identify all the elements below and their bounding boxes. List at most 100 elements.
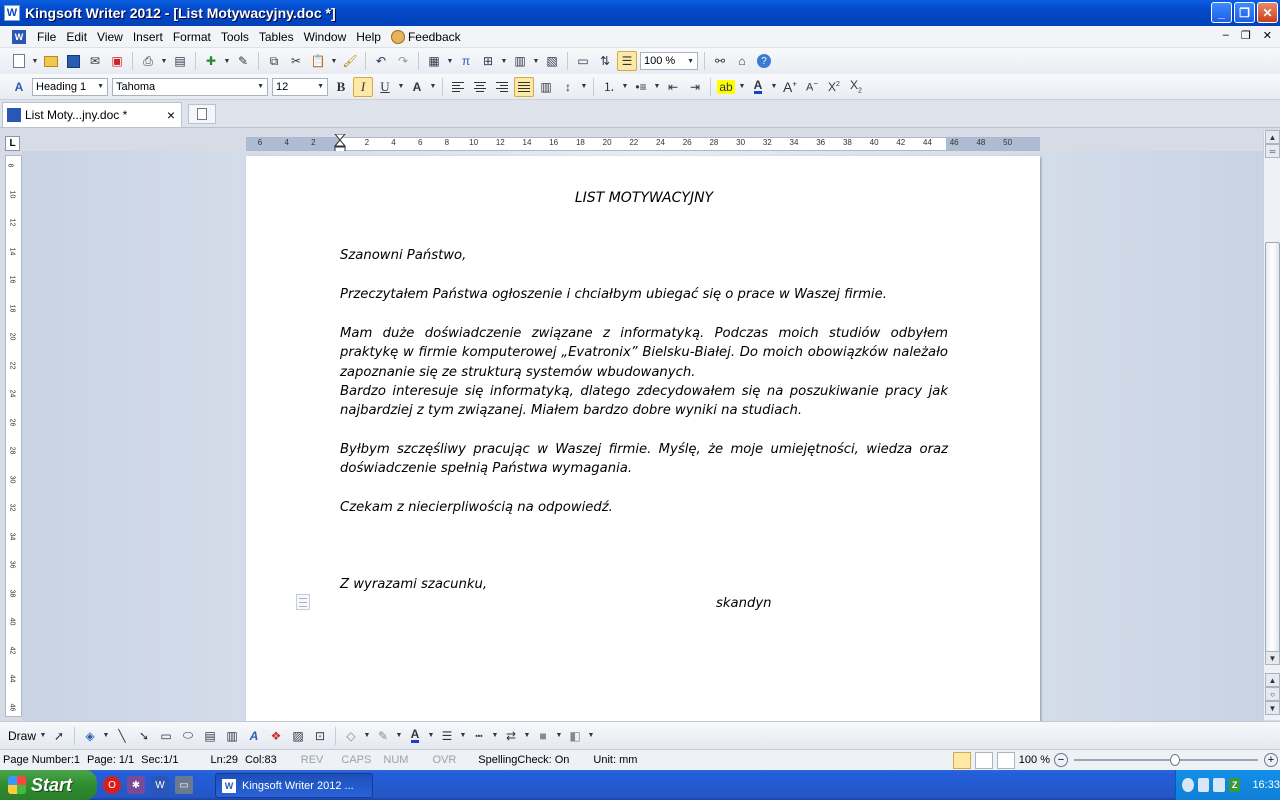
new-document-button[interactable] (9, 51, 29, 71)
doc-restore-button[interactable]: ❐ (1241, 29, 1251, 42)
font-combo[interactable]: Tahoma ▼ (112, 77, 268, 96)
align-left-button[interactable] (448, 77, 468, 97)
draw-font-color-button[interactable]: A (405, 726, 425, 746)
zoom-slider-thumb[interactable] (1170, 754, 1180, 766)
status-unit[interactable]: Unit: mm (593, 754, 637, 766)
zoom-out-button[interactable]: − (1054, 753, 1068, 767)
arrow-tool-button[interactable]: ➘ (134, 726, 154, 746)
columns-dropdown[interactable]: ▼ (532, 51, 540, 71)
print-button[interactable]: ⎙ (138, 51, 158, 71)
page-view-button[interactable] (952, 751, 971, 769)
menu-tables[interactable]: Tables (254, 30, 299, 44)
line-spacing-dropdown[interactable]: ▼ (580, 77, 588, 97)
undo-button[interactable]: ↶ (371, 51, 391, 71)
desktop-icon[interactable]: ▭ (175, 776, 193, 794)
status-rev[interactable]: REV (301, 754, 324, 766)
opera-icon[interactable]: O (103, 776, 121, 794)
draw-menu-button[interactable]: Draw (8, 729, 36, 743)
paste-dropdown[interactable]: ▼ (330, 51, 338, 71)
writer-icon[interactable]: W (151, 776, 169, 794)
menu-edit[interactable]: Edit (61, 30, 92, 44)
select-browse-object-button[interactable]: ○ (1265, 687, 1280, 701)
align-center-button[interactable] (470, 77, 490, 97)
insert-formula-button[interactable]: π (456, 51, 476, 71)
menu-feedback[interactable]: Feedback (386, 29, 466, 44)
zoom-slider[interactable] (1074, 754, 1258, 766)
tab-close-button[interactable]: × (167, 107, 175, 123)
menu-format[interactable]: Format (168, 30, 216, 44)
new-tab-button[interactable] (188, 104, 216, 124)
insert-diagram-button[interactable]: ⊡ (310, 726, 330, 746)
bullets-button[interactable]: •≡ (631, 77, 651, 97)
numbering-dropdown[interactable]: ▼ (621, 77, 629, 97)
grid-dropdown[interactable]: ▼ (500, 51, 508, 71)
font-color-dropdown[interactable]: ▼ (770, 77, 778, 97)
outline-view-button[interactable] (974, 751, 993, 769)
taskbar-writer-button[interactable]: W Kingsoft Writer 2012 ... (215, 773, 373, 798)
fill-color-button[interactable]: ◇ (341, 726, 361, 746)
export-pdf-button[interactable]: ▣ (107, 51, 127, 71)
shadow-button[interactable]: ■ (533, 726, 553, 746)
insert-table-button[interactable]: ▦ (424, 51, 444, 71)
clipart-button[interactable]: ❖ (266, 726, 286, 746)
show-marks-button[interactable]: ▭ (573, 51, 593, 71)
menu-window[interactable]: Window (299, 30, 352, 44)
oval-tool-button[interactable]: ⬭ (178, 726, 198, 746)
web-view-button[interactable] (996, 751, 1015, 769)
arrow-style-button[interactable]: ⇄ (501, 726, 521, 746)
autoshapes-button[interactable]: ◈ (80, 726, 100, 746)
print-preview-button[interactable]: ▤ (170, 51, 190, 71)
distributed-button[interactable]: ▥ (536, 77, 556, 97)
spell-dropdown[interactable]: ▼ (223, 51, 231, 71)
scroll-down-button[interactable]: ▼ (1265, 651, 1280, 665)
bullets-dropdown[interactable]: ▼ (653, 77, 661, 97)
numbering-button[interactable]: ⒈ (599, 77, 619, 97)
horizontal-ruler[interactable]: 6 4 2 2 4 6 8 10 12 14 16 18 20 22 24 26 28 30 32 34 36 38 40 4… (246, 134, 1040, 153)
subscript-button[interactable]: X2 (846, 77, 866, 97)
cut-button[interactable]: ✂ (286, 51, 306, 71)
styles-pane-button[interactable]: A (9, 77, 29, 97)
underline-button[interactable]: U (375, 77, 395, 97)
vertical-ruler[interactable]: 8 10 12 14 16 18 20 22 24 26 28 30 32 34 36 38 40 42 44 46 (5, 155, 22, 717)
font-color-button[interactable]: A (748, 77, 768, 97)
paste-button[interactable]: 📋 (308, 51, 328, 71)
doc-close-button[interactable]: ✕ (1263, 29, 1272, 42)
3d-dropdown[interactable]: ▼ (587, 726, 595, 746)
align-right-button[interactable] (492, 77, 512, 97)
text-effects-dropdown[interactable]: ▼ (429, 77, 437, 97)
line-style-dropdown[interactable]: ▼ (459, 726, 467, 746)
menu-tools[interactable]: Tools (216, 30, 254, 44)
volume-icon[interactable] (1213, 778, 1225, 792)
email-button[interactable]: ✉ (85, 51, 105, 71)
columns-button[interactable]: ▥ (510, 51, 530, 71)
3d-button[interactable]: ◧ (565, 726, 585, 746)
increase-indent-button[interactable]: ⇥ (685, 77, 705, 97)
print-dropdown[interactable]: ▼ (160, 51, 168, 71)
shrink-font-button[interactable]: A− (802, 77, 822, 97)
tab-stop-selector[interactable]: L (5, 136, 20, 151)
shadow-dropdown[interactable]: ▼ (555, 726, 563, 746)
redo-button[interactable]: ↷ (393, 51, 413, 71)
doc-minimize-button[interactable]: – (1223, 29, 1229, 42)
insert-picture-button[interactable]: ▨ (288, 726, 308, 746)
menu-help[interactable]: Help (351, 30, 386, 44)
line-tool-button[interactable]: ╲ (112, 726, 132, 746)
minimize-button[interactable]: _ (1211, 2, 1232, 23)
closing-paragraph[interactable]: Z wyrazami szacunku, (340, 575, 948, 594)
font-size-combo[interactable]: 12 ▼ (272, 77, 328, 96)
document-menu-icon[interactable]: W (12, 29, 26, 44)
line-color-button[interactable]: ✎ (373, 726, 393, 746)
menu-view[interactable]: View (92, 30, 128, 44)
rectangle-tool-button[interactable]: ▭ (156, 726, 176, 746)
fill-color-dropdown[interactable]: ▼ (363, 726, 371, 746)
draw-font-color-dropdown[interactable]: ▼ (427, 726, 435, 746)
autoshapes-dropdown[interactable]: ▼ (102, 726, 110, 746)
highlight-dropdown[interactable]: ▼ (738, 77, 746, 97)
zoom-combo[interactable]: 100 % ▼ (640, 52, 698, 70)
status-ovr[interactable]: OVR (432, 754, 456, 766)
grow-font-button[interactable]: A+ (780, 77, 800, 97)
sort-button[interactable]: ⇅ (595, 51, 615, 71)
home-button[interactable]: ⌂ (732, 51, 752, 71)
draw-table-button[interactable]: ⊞ (478, 51, 498, 71)
format-painter-button[interactable]: 🖌 (340, 51, 360, 71)
